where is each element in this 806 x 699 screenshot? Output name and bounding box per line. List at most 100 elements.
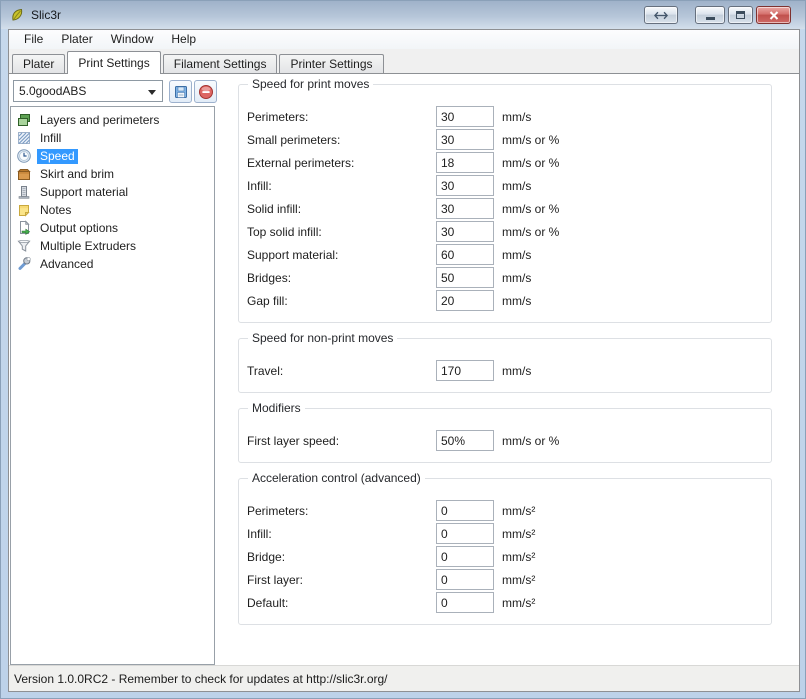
setting-input[interactable] <box>436 523 494 544</box>
setting-label: First layer: <box>247 573 436 587</box>
statusbar-text: Version 1.0.0RC2 - Remember to check for… <box>14 672 388 686</box>
setting-input[interactable] <box>436 569 494 590</box>
tab-print-settings[interactable]: Print Settings <box>67 51 160 74</box>
setting-row-gap-fill: Gap fill:mm/s <box>247 289 763 312</box>
setting-input[interactable] <box>436 267 494 288</box>
setting-unit: mm/s <box>502 364 531 378</box>
setting-input[interactable] <box>436 290 494 311</box>
statusbar: Version 1.0.0RC2 - Remember to check for… <box>9 665 799 691</box>
menu-item-plater[interactable]: Plater <box>52 30 101 49</box>
resize-arrows-button[interactable] <box>644 6 678 24</box>
maximize-button[interactable] <box>728 6 753 24</box>
setting-input[interactable] <box>436 106 494 127</box>
delete-preset-button[interactable] <box>194 80 217 103</box>
save-preset-button[interactable] <box>169 80 192 103</box>
setting-row-infill: Infill:mm/s² <box>247 522 763 545</box>
setting-input[interactable] <box>436 221 494 242</box>
setting-unit: mm/s² <box>502 550 535 564</box>
setting-input[interactable] <box>436 430 494 451</box>
setting-input[interactable] <box>436 592 494 613</box>
setting-unit: mm/s or % <box>502 156 559 170</box>
setting-row-perimeters: Perimeters:mm/s² <box>247 499 763 522</box>
maximize-icon <box>736 11 745 19</box>
section-acceleration-control-advanced: Acceleration control (advanced) Perimeter… <box>238 471 772 625</box>
setting-row-small-perimeters: Small perimeters: mm/s or % <box>247 128 763 151</box>
section-legend: Acceleration control (advanced) <box>248 471 425 485</box>
setting-input[interactable] <box>436 198 494 219</box>
setting-label: Bridges: <box>247 271 436 285</box>
setting-row-top-solid-infill: Top solid infill:mm/s or % <box>247 220 763 243</box>
setting-row-bridge: Bridge:mm/s² <box>247 545 763 568</box>
close-button[interactable] <box>756 6 791 24</box>
section-legend: Speed for non-print moves <box>248 331 397 345</box>
setting-unit: mm/s <box>502 179 531 193</box>
section-legend: Speed for print moves <box>248 77 373 91</box>
setting-row-solid-infill: Solid infill:mm/s or % <box>247 197 763 220</box>
setting-row-bridges: Bridges: mm/s <box>247 266 763 289</box>
tree-item-multiple-extruders[interactable]: Multiple Extruders <box>11 237 214 255</box>
setting-unit: mm/s² <box>502 596 535 610</box>
setting-unit: mm/s or % <box>502 434 559 448</box>
tab-plater[interactable]: Plater <box>12 54 65 73</box>
setting-label: Infill: <box>247 179 436 193</box>
settings-panel: Speed for print movesPerimeters:mm/sSmal… <box>238 77 772 633</box>
tree-item-skirt-and-brim[interactable]: Skirt and brim <box>11 165 214 183</box>
tree-item-label: Notes <box>37 203 74 218</box>
output-icon <box>16 220 32 236</box>
setting-row-infill: Infill: mm/s <box>247 174 763 197</box>
setting-unit: mm/s <box>502 271 531 285</box>
support-icon <box>16 184 32 200</box>
speed-icon <box>16 148 32 164</box>
tree-item-label: Multiple Extruders <box>37 239 139 254</box>
preset-select[interactable]: 5.0goodABS <box>13 80 163 102</box>
chevron-down-icon <box>148 90 156 95</box>
tree-item-advanced[interactable]: Advanced <box>11 255 214 273</box>
print-settings-page: 5.0goodABS Layers and perimeters Infill Sp… <box>9 73 799 665</box>
setting-unit: mm/s <box>502 248 531 262</box>
tree-item-label: Speed <box>37 149 78 164</box>
section-modifiers: ModifiersFirst layer speed:mm/s or % <box>238 401 772 463</box>
menubar: FilePlaterWindowHelp <box>9 30 799 49</box>
tree-item-layers-and-perimeters[interactable]: Layers and perimeters <box>11 111 214 129</box>
setting-label: Small perimeters: <box>247 133 436 147</box>
tree-item-infill[interactable]: Infill <box>11 129 214 147</box>
setting-input[interactable] <box>436 244 494 265</box>
setting-label: Gap fill: <box>247 294 436 308</box>
minimize-button[interactable] <box>695 6 725 24</box>
tree-item-label: Infill <box>37 131 64 146</box>
menu-item-help[interactable]: Help <box>162 30 205 49</box>
client-area: FilePlaterWindowHelp PlaterPrint Setting… <box>8 29 800 692</box>
tree-item-label: Skirt and brim <box>37 167 117 182</box>
setting-input[interactable] <box>436 546 494 567</box>
tree-item-label: Layers and perimeters <box>37 113 162 128</box>
section-speed-for-non-print-moves: Speed for non-print movesTravel:mm/s <box>238 331 772 393</box>
setting-input[interactable] <box>436 360 494 381</box>
floppy-icon <box>173 84 189 100</box>
tree-item-notes[interactable]: Notes <box>11 201 214 219</box>
tree-item-speed[interactable]: Speed <box>11 147 214 165</box>
setting-input[interactable] <box>436 129 494 150</box>
tree-item-label: Advanced <box>37 257 96 272</box>
setting-unit: mm/s or % <box>502 133 559 147</box>
tree-item-support-material[interactable]: Support material <box>11 183 214 201</box>
setting-label: Support material: <box>247 248 436 262</box>
titlebar[interactable]: Slic3r <box>1 1 805 29</box>
setting-input[interactable] <box>436 152 494 173</box>
preset-value: 5.0goodABS <box>19 84 86 98</box>
menu-item-file[interactable]: File <box>15 30 52 49</box>
setting-input[interactable] <box>436 175 494 196</box>
setting-row-first-layer-speed: First layer speed: mm/s or % <box>247 429 763 452</box>
tree-item-label: Output options <box>37 221 121 236</box>
setting-label: First layer speed: <box>247 434 436 448</box>
tree-item-output-options[interactable]: Output options <box>11 219 214 237</box>
skirt-icon <box>16 166 32 182</box>
setting-unit: mm/s² <box>502 504 535 518</box>
menu-item-window[interactable]: Window <box>102 30 163 49</box>
tab-filament-settings[interactable]: Filament Settings <box>163 54 278 73</box>
setting-input[interactable] <box>436 500 494 521</box>
slic3r-logo-icon <box>9 7 25 23</box>
setting-label: Infill: <box>247 527 436 541</box>
tab-printer-settings[interactable]: Printer Settings <box>279 54 383 73</box>
setting-unit: mm/s² <box>502 573 535 587</box>
tabstrip: PlaterPrint SettingsFilament SettingsPri… <box>9 49 799 73</box>
